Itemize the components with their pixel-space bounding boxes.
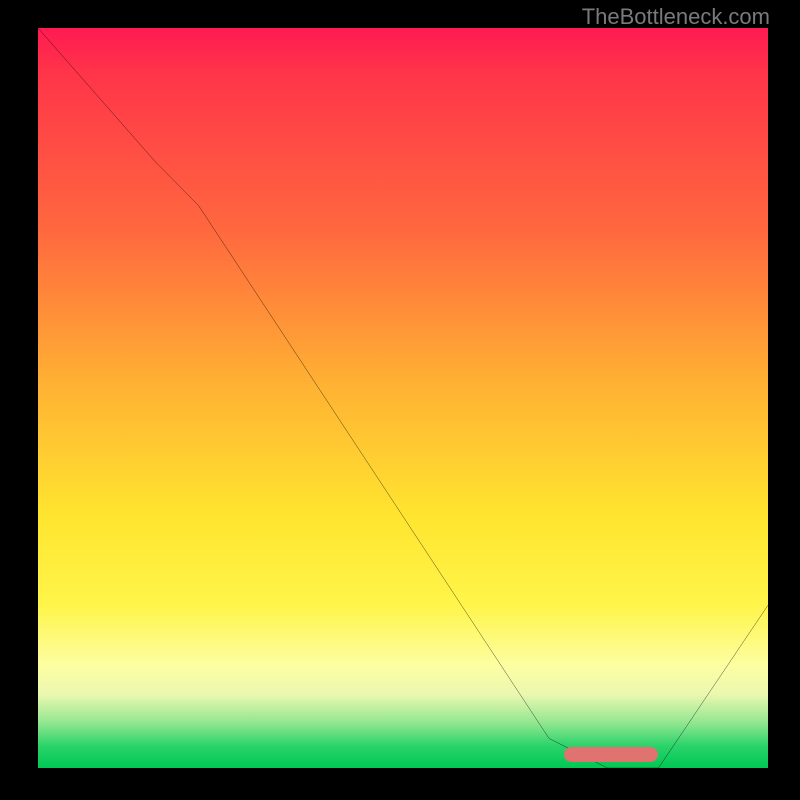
optimal-range-marker — [564, 747, 659, 762]
bottleneck-curve-path — [38, 28, 768, 768]
plot-area — [38, 28, 768, 768]
bottleneck-chart: TheBottleneck.com — [0, 0, 800, 800]
curve-layer — [38, 28, 768, 768]
attribution-label: TheBottleneck.com — [582, 4, 770, 30]
